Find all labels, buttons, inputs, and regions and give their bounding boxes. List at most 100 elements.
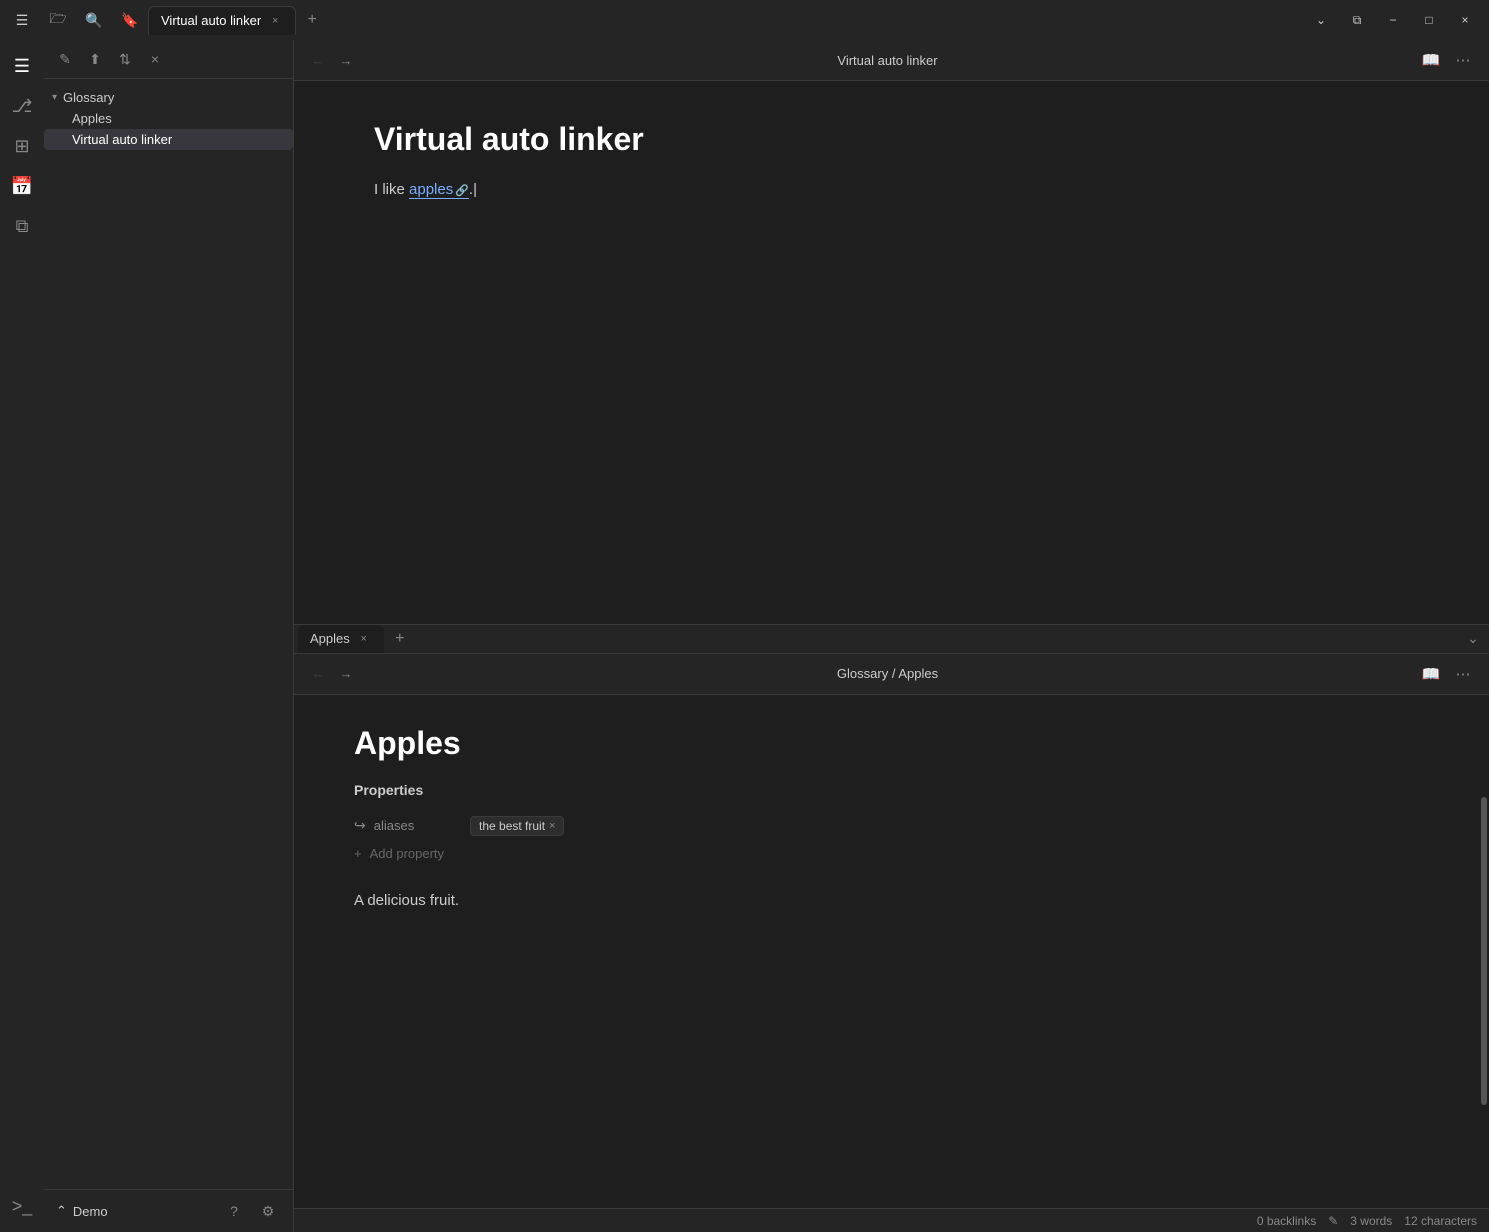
bottom-nav-forward-button[interactable]: →: [334, 662, 358, 686]
maximize-button[interactable]: □: [1413, 6, 1445, 34]
top-nav-back-button[interactable]: ←: [306, 48, 330, 72]
words-status: 3 words: [1350, 1214, 1392, 1228]
bottom-collapse-button[interactable]: ⌄: [1461, 627, 1485, 651]
edit-icon: ✎: [1328, 1214, 1338, 1228]
aliases-value: the best fruit ×: [470, 816, 564, 836]
help-button[interactable]: ?: [221, 1198, 247, 1224]
activity-pages-icon[interactable]: ⧉: [4, 208, 40, 244]
workspace-label: Demo: [73, 1204, 108, 1219]
activity-files-icon[interactable]: ☰: [4, 48, 40, 84]
bottom-book-icon[interactable]: 📖: [1417, 660, 1445, 688]
search-icon[interactable]: 🔍: [80, 6, 108, 34]
folder-icon[interactable]: 🗁: [44, 6, 72, 34]
sidebar-content: ▾ Glossary Apples Virtual auto linker: [44, 79, 293, 1189]
bottom-tab-bar: Apples × + ⌄: [294, 625, 1489, 654]
aliases-key-icon: ↪: [354, 817, 366, 834]
bookmark-icon[interactable]: 🔖: [116, 6, 144, 34]
folder-arrow-icon: ▾: [52, 92, 57, 103]
activity-calendar-icon[interactable]: 📅: [4, 168, 40, 204]
aliases-key-label: aliases: [374, 818, 414, 833]
top-pane-content[interactable]: Virtual auto linker I like apples🔗.|: [294, 81, 1489, 624]
bottom-tab-right: ⌄: [1461, 627, 1485, 651]
bottom-more-icon[interactable]: ⋯: [1449, 660, 1477, 688]
minimize-button[interactable]: −: [1377, 6, 1409, 34]
bottom-pane-breadcrumb: Glossary / Apples: [358, 666, 1417, 681]
doc-body-suffix: .|: [469, 181, 477, 198]
chars-text: 12 characters: [1404, 1214, 1477, 1228]
workspace-chevron-icon: ⌃: [56, 1203, 67, 1219]
top-book-icon[interactable]: 📖: [1417, 46, 1445, 74]
link-icon: 🔗: [455, 185, 469, 197]
properties-section: Properties ↪ aliases the best fruit ×: [354, 782, 1429, 865]
bottom-doc-title: Apples: [354, 725, 1429, 762]
close-sidebar-button[interactable]: ×: [142, 46, 168, 72]
edit-status: ✎: [1328, 1214, 1338, 1228]
top-more-icon[interactable]: ⋯: [1449, 46, 1477, 74]
bottom-nav-back-button[interactable]: ←: [306, 662, 330, 686]
settings-button[interactable]: ⚙: [255, 1198, 281, 1224]
file-label-apples: Apples: [72, 111, 112, 126]
status-bar: 0 backlinks ✎ 3 words 12 characters: [294, 1208, 1489, 1232]
add-tab-button[interactable]: +: [300, 8, 324, 32]
tab-apples[interactable]: Apples ×: [298, 625, 384, 653]
new-note-button[interactable]: ✎: [52, 46, 78, 72]
bottom-tab-close-button[interactable]: ×: [356, 631, 372, 647]
top-doc-title: Virtual auto linker: [374, 121, 1409, 158]
title-bar-left: ☰ 🗁 🔍 🔖: [8, 6, 144, 34]
words-text: 3 words: [1350, 1214, 1392, 1228]
apples-link[interactable]: apples🔗: [409, 181, 469, 199]
folder-glossary[interactable]: ▾ Glossary: [44, 87, 293, 108]
tab-virtual-auto-linker[interactable]: Virtual auto linker ×: [148, 6, 296, 35]
tab-close-button[interactable]: ×: [267, 13, 283, 29]
tab-label: Virtual auto linker: [161, 13, 261, 28]
scrollbar-thumb[interactable]: [1481, 797, 1487, 1105]
workspace-selector[interactable]: ⌃ Demo: [56, 1203, 108, 1219]
bottom-tab-label: Apples: [310, 631, 350, 646]
sidebar-toggle-icon[interactable]: ☰: [8, 6, 36, 34]
folder-label: Glossary: [63, 90, 114, 105]
doc-link-text: apples: [409, 181, 453, 198]
upload-button[interactable]: ⬆: [82, 46, 108, 72]
add-property-icon: +: [354, 846, 362, 861]
properties-heading: Properties: [354, 782, 1429, 798]
top-pane-nav: ← →: [306, 48, 358, 72]
doc-body-prefix: I like: [374, 181, 409, 198]
title-bar-right: ⌄ ⧉ − □ ×: [1305, 6, 1481, 34]
activity-graph-icon[interactable]: ⎇: [4, 88, 40, 124]
activity-bar: ☰ ⎇ ⊞ 📅 ⧉ >_: [0, 40, 44, 1232]
top-doc-body: I like apples🔗.|: [374, 178, 1409, 202]
sidebar: ✎ ⬆ ⇅ × ▾ Glossary Apples Virtual auto l…: [44, 40, 294, 1232]
alias-tag-text: the best fruit: [479, 819, 545, 833]
bottom-add-tab-button[interactable]: +: [388, 627, 412, 651]
aliases-key: ↪ aliases: [354, 817, 454, 834]
split-button[interactable]: ⧉: [1341, 6, 1373, 34]
editor-area: ← → Virtual auto linker 📖 ⋯ Virtual auto…: [294, 40, 1489, 1232]
top-pane-actions: 📖 ⋯: [1417, 46, 1477, 74]
alias-tag[interactable]: the best fruit ×: [470, 816, 564, 836]
alias-tag-remove-button[interactable]: ×: [549, 820, 555, 832]
file-label-virtual-auto-linker: Virtual auto linker: [72, 132, 172, 147]
top-pane-header: ← → Virtual auto linker 📖 ⋯: [294, 40, 1489, 81]
activity-terminal-icon[interactable]: >_: [4, 1188, 40, 1224]
close-button[interactable]: ×: [1449, 6, 1481, 34]
top-nav-forward-button[interactable]: →: [334, 48, 358, 72]
top-pane-title: Virtual auto linker: [358, 53, 1417, 68]
add-property-button[interactable]: + Add property: [354, 842, 1429, 865]
bottom-doc-body: A delicious fruit.: [354, 889, 1429, 913]
bottom-pane: Apples × + ⌄ ← → Glossary / Apples 📖 ⋯: [294, 625, 1489, 1209]
activity-grid-icon[interactable]: ⊞: [4, 128, 40, 164]
scrollbar-track[interactable]: [1479, 695, 1487, 1209]
bottom-pane-nav: ← →: [306, 662, 358, 686]
bottom-pane-header: ← → Glossary / Apples 📖 ⋯: [294, 654, 1489, 695]
sidebar-item-virtual-auto-linker[interactable]: Virtual auto linker: [44, 129, 293, 150]
sidebar-toolbar: ✎ ⬆ ⇅ ×: [44, 40, 293, 79]
chars-status: 12 characters: [1404, 1214, 1477, 1228]
aliases-property-row: ↪ aliases the best fruit ×: [354, 810, 1429, 842]
top-pane: ← → Virtual auto linker 📖 ⋯ Virtual auto…: [294, 40, 1489, 624]
tab-bar: Virtual auto linker × +: [144, 6, 1305, 35]
add-property-label: Add property: [370, 846, 444, 861]
dropdown-button[interactable]: ⌄: [1305, 6, 1337, 34]
sort-button[interactable]: ⇅: [112, 46, 138, 72]
backlinks-text: 0 backlinks: [1257, 1214, 1316, 1228]
sidebar-item-apples[interactable]: Apples: [44, 108, 293, 129]
